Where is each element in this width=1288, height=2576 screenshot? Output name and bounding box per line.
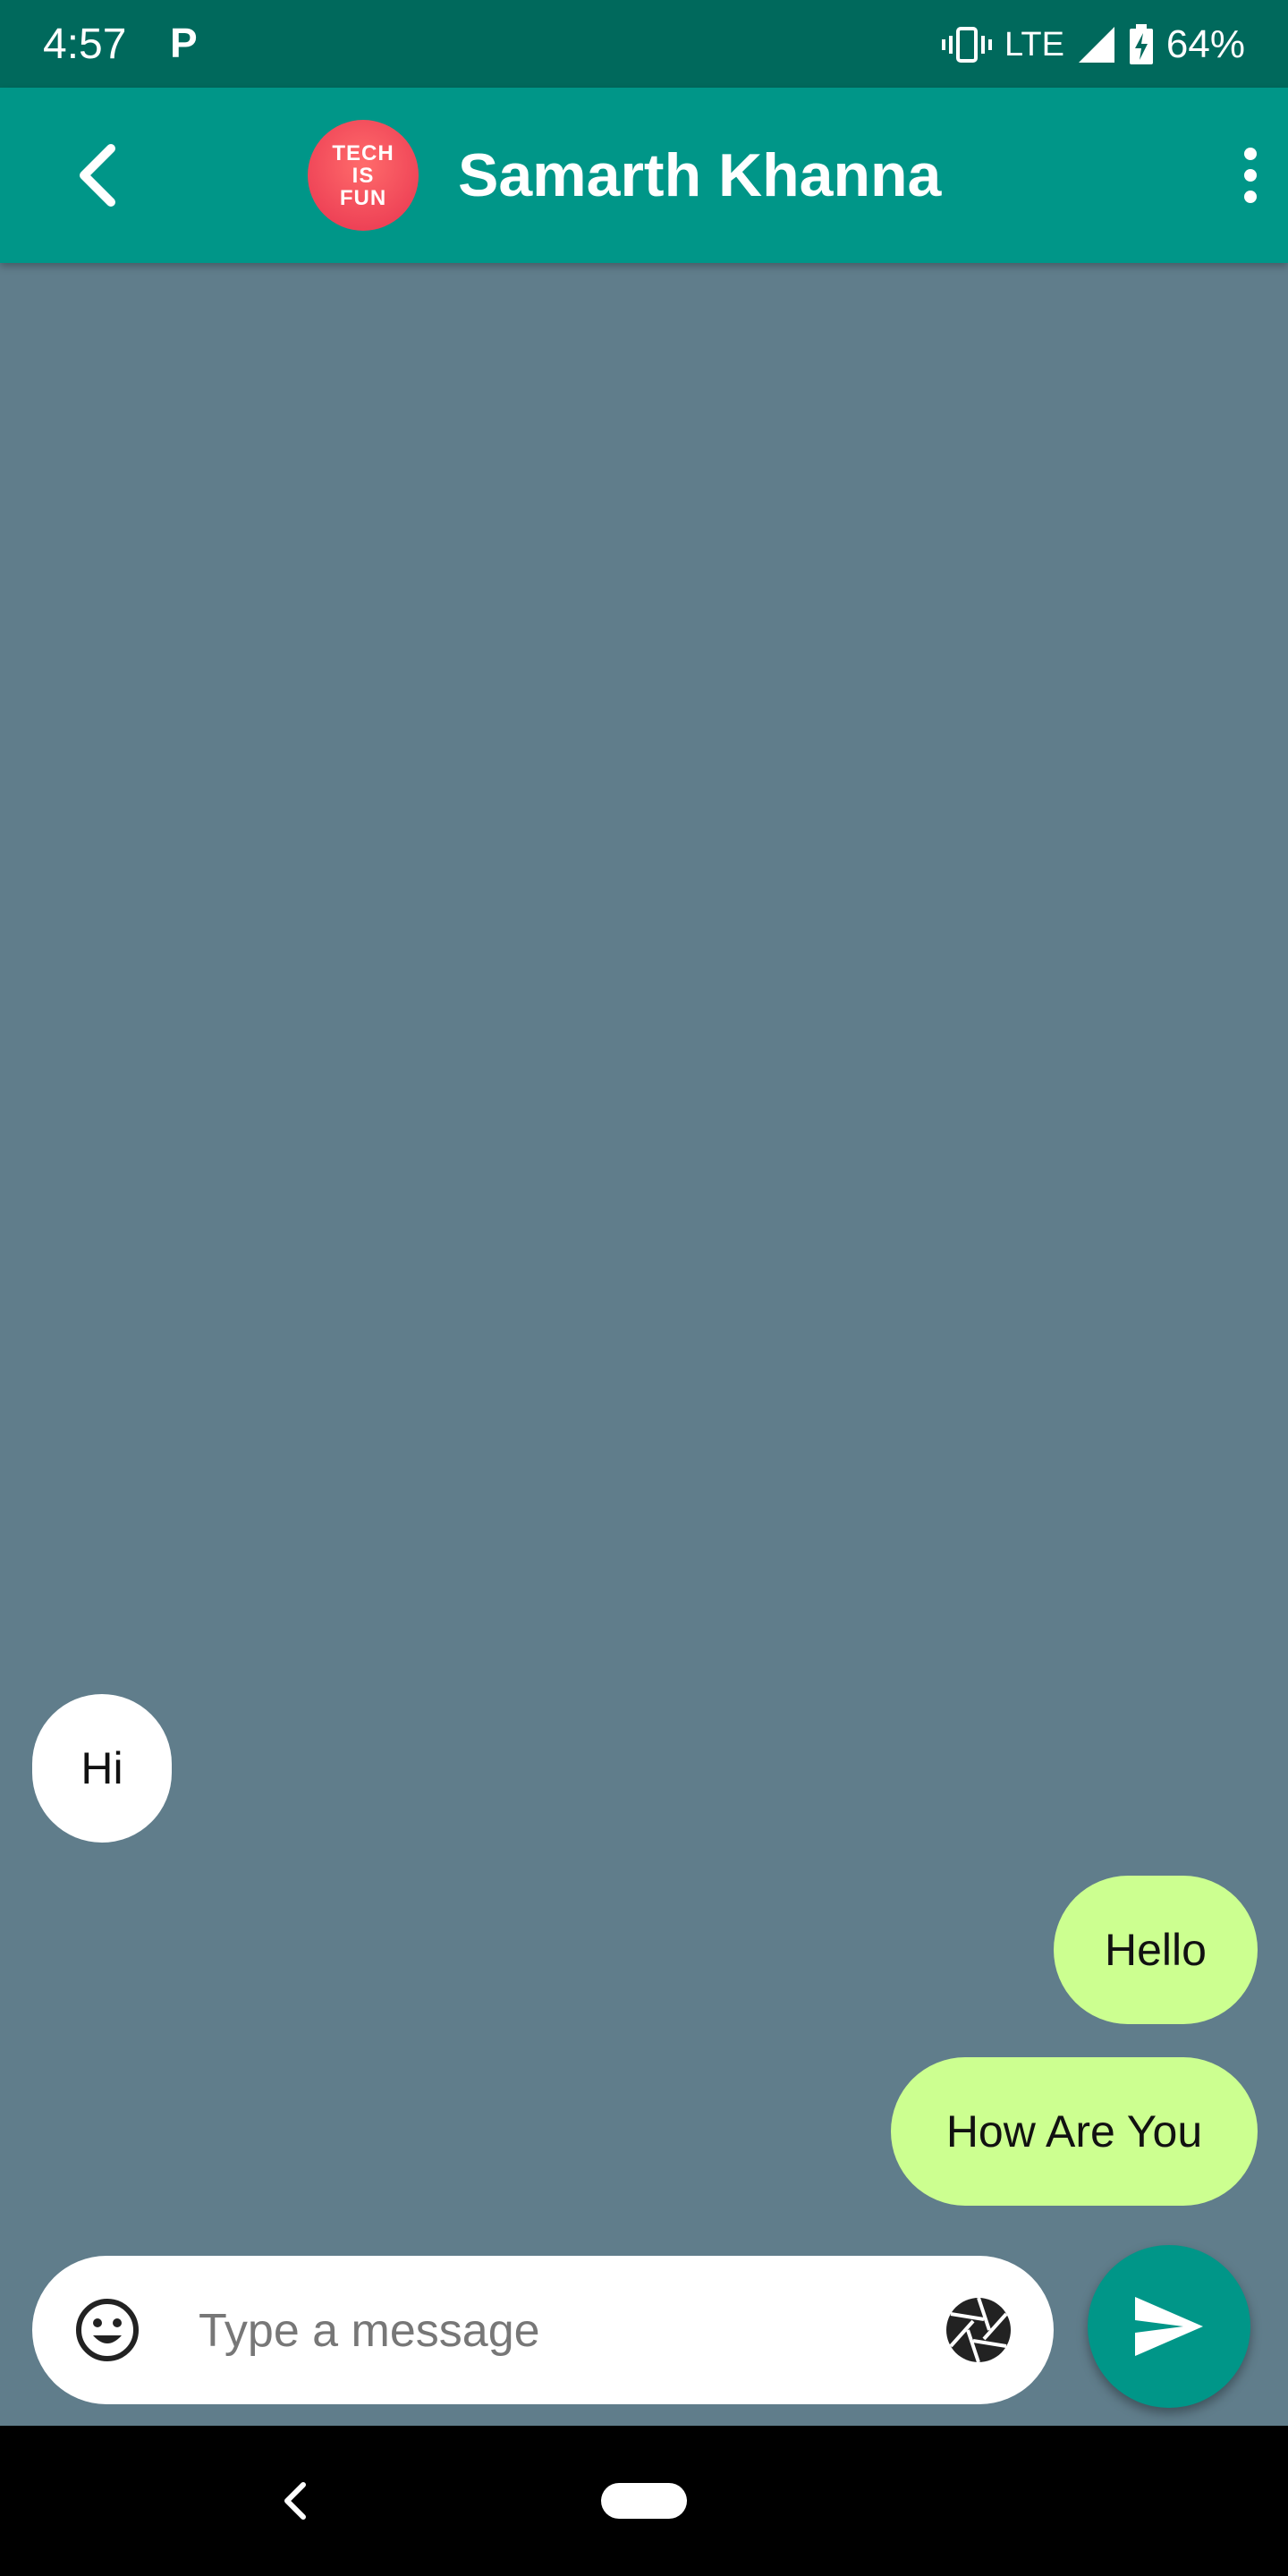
status-icons: LTE 64% xyxy=(942,18,1245,72)
message-text: How Are You xyxy=(945,2106,1203,2157)
message-text: Hi xyxy=(80,1743,123,1793)
status-time: 4:57 xyxy=(43,21,127,68)
emoji-icon xyxy=(76,2299,139,2361)
message-bubble-outgoing[interactable]: How Are You xyxy=(891,2057,1258,2206)
app-bar: TECH IS FUN Samarth Khanna xyxy=(0,88,1288,263)
message-bubble-incoming[interactable]: Hi xyxy=(32,1694,172,1843)
signal-icon xyxy=(1078,27,1114,63)
emoji-button[interactable] xyxy=(72,2294,143,2366)
more-options-button[interactable] xyxy=(1225,140,1275,211)
camera-button[interactable] xyxy=(943,2294,1014,2366)
contact-avatar[interactable]: TECH IS FUN xyxy=(308,120,419,231)
back-button[interactable] xyxy=(54,131,143,220)
nav-back-icon xyxy=(284,2482,306,2520)
contact-name[interactable]: Samarth Khanna xyxy=(458,140,941,211)
vibrate-icon xyxy=(942,27,993,63)
avatar-text-line: FUN xyxy=(339,185,387,210)
nav-home-button[interactable] xyxy=(601,2483,687,2519)
network-type: LTE xyxy=(1004,25,1064,64)
send-button[interactable] xyxy=(1088,2245,1250,2408)
message-input[interactable] xyxy=(197,2299,916,2363)
more-vert-icon xyxy=(1244,148,1257,203)
avatar-text-line: IS xyxy=(352,163,375,188)
message-list[interactable]: Hi Hello How Are You xyxy=(0,263,1288,2426)
battery-level: 64% xyxy=(1165,22,1245,66)
camera-icon xyxy=(946,2297,1011,2363)
system-navigation-bar xyxy=(0,2426,1288,2576)
status-bar: 4:57 P LTE 64% xyxy=(0,0,1288,88)
message-text: Hello xyxy=(1105,1925,1207,1975)
arrow-back-icon xyxy=(80,144,115,207)
avatar-text-line: TECH xyxy=(332,140,394,165)
message-bubble-outgoing[interactable]: Hello xyxy=(1054,1876,1258,2024)
parking-notification-icon: P xyxy=(170,20,198,66)
message-composer xyxy=(32,2256,1054,2404)
nav-back-button[interactable] xyxy=(259,2465,331,2537)
battery-charging-icon xyxy=(1129,24,1153,64)
send-icon xyxy=(1135,2297,1203,2356)
